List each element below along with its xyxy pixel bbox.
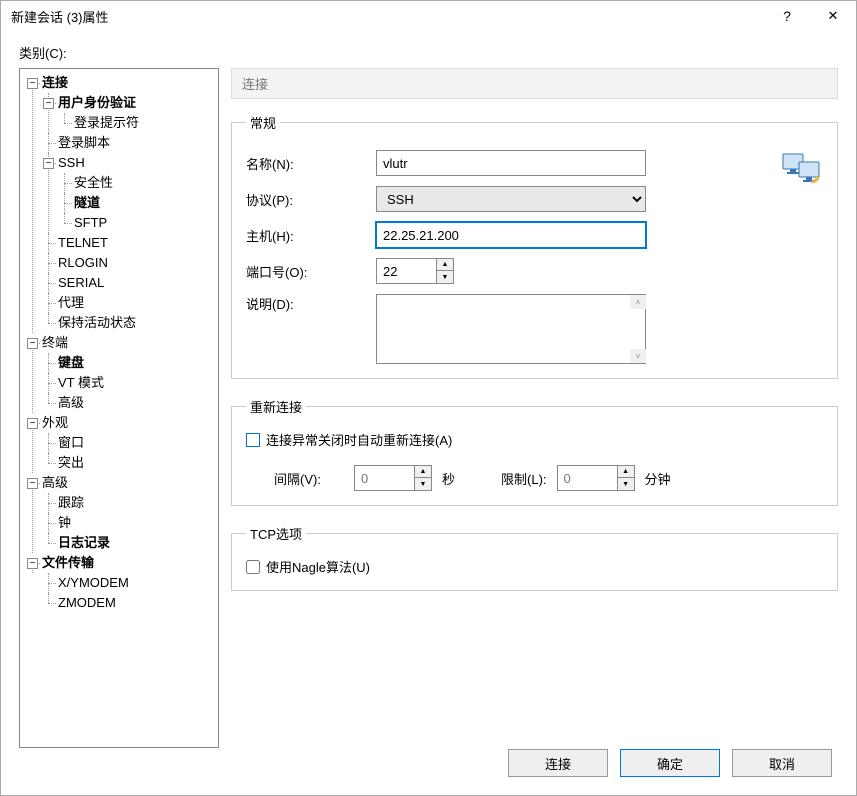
ok-button[interactable]: 确定 <box>620 749 720 777</box>
spin-up-icon[interactable]: ▲ <box>415 466 431 478</box>
close-button[interactable]: ✕ <box>810 1 856 31</box>
tree-serial[interactable]: SERIAL <box>58 275 104 290</box>
seconds-label: 秒 <box>442 469 455 488</box>
tree-logging[interactable]: 日志记录 <box>58 535 110 550</box>
description-label: 说明(D): <box>246 294 376 313</box>
tree-filetransfer[interactable]: 文件传输 <box>42 555 94 570</box>
auto-reconnect-checkbox[interactable] <box>246 433 260 447</box>
tree-keepalive[interactable]: 保持活动状态 <box>58 315 136 330</box>
scroll-down-icon[interactable]: ˅ <box>630 349 646 363</box>
limit-input <box>557 465 617 491</box>
limit-label: 限制(L): <box>501 469 547 488</box>
nagle-checkbox[interactable] <box>246 560 260 574</box>
expander-icon[interactable]: − <box>27 478 38 489</box>
tree-connection[interactable]: 连接 <box>42 75 68 90</box>
tree-terminal[interactable]: 终端 <box>42 335 68 350</box>
group-general: 常规 名称(N): <box>231 113 838 379</box>
group-general-legend: 常规 <box>246 113 280 132</box>
interval-spinner[interactable]: ▲ ▼ <box>354 465 432 491</box>
scroll-up-icon[interactable]: ˄ <box>630 295 646 309</box>
tree-bell[interactable]: 钟 <box>58 515 71 530</box>
tree-ssh[interactable]: SSH <box>58 155 85 170</box>
expander-icon[interactable]: − <box>43 98 54 109</box>
protocol-label: 协议(P): <box>246 190 376 209</box>
tree-highlight[interactable]: 突出 <box>58 455 84 470</box>
name-label: 名称(N): <box>246 154 376 173</box>
expander-icon[interactable]: − <box>43 158 54 169</box>
title-bar: 新建会话 (3)属性 ? ✕ <box>1 1 856 31</box>
category-label: 类别(C): <box>19 43 838 62</box>
tree-sftp[interactable]: SFTP <box>74 215 107 230</box>
spin-up-icon[interactable]: ▲ <box>618 466 634 478</box>
name-input[interactable] <box>376 150 646 176</box>
port-spinner[interactable]: ▲ ▼ <box>376 258 454 284</box>
spin-down-icon[interactable]: ▼ <box>618 478 634 490</box>
panel-header: 连接 <box>231 68 838 99</box>
tree-keyboard[interactable]: 键盘 <box>58 355 84 370</box>
host-label: 主机(H): <box>246 226 376 245</box>
expander-icon[interactable]: − <box>27 78 38 89</box>
host-input[interactable] <box>376 222 646 248</box>
help-button[interactable]: ? <box>764 1 810 31</box>
cancel-button[interactable]: 取消 <box>732 749 832 777</box>
spin-down-icon[interactable]: ▼ <box>415 478 431 490</box>
group-tcp: TCP选项 使用Nagle算法(U) <box>231 524 838 591</box>
minutes-label: 分钟 <box>645 469 671 488</box>
tree-trace[interactable]: 跟踪 <box>58 495 84 510</box>
port-input[interactable] <box>376 258 436 284</box>
window-title: 新建会话 (3)属性 <box>11 7 764 26</box>
expander-icon[interactable]: − <box>27 418 38 429</box>
tree-appearance[interactable]: 外观 <box>42 415 68 430</box>
settings-panel: 连接 常规 名称(N): <box>231 68 838 609</box>
group-reconnect: 重新连接 连接异常关闭时自动重新连接(A) 间隔(V): ▲ ▼ 秒 <box>231 397 838 506</box>
tree-vt[interactable]: VT 模式 <box>58 375 104 390</box>
interval-label: 间隔(V): <box>274 469 344 488</box>
tree-login-prompt[interactable]: 登录提示符 <box>74 115 139 130</box>
tree-rlogin[interactable]: RLOGIN <box>58 255 108 270</box>
group-reconnect-legend: 重新连接 <box>246 397 306 416</box>
connect-button[interactable]: 连接 <box>508 749 608 777</box>
port-label: 端口号(O): <box>246 262 376 281</box>
auto-reconnect-label: 连接异常关闭时自动重新连接(A) <box>266 430 452 449</box>
limit-spinner[interactable]: ▲ ▼ <box>557 465 635 491</box>
tree-proxy[interactable]: 代理 <box>58 295 84 310</box>
tree-security[interactable]: 安全性 <box>74 175 113 190</box>
group-tcp-legend: TCP选项 <box>246 524 306 543</box>
protocol-select[interactable]: SSH <box>376 186 646 212</box>
tree-auth[interactable]: 用户身份验证 <box>58 95 136 110</box>
tree-advanced[interactable]: 高级 <box>42 475 68 490</box>
tree-zmodem[interactable]: ZMODEM <box>58 595 116 610</box>
tree-window[interactable]: 窗口 <box>58 435 84 450</box>
tree-login-script[interactable]: 登录脚本 <box>58 135 110 150</box>
interval-input <box>354 465 414 491</box>
tree-adv-term[interactable]: 高级 <box>58 395 84 410</box>
description-textarea[interactable] <box>376 294 646 364</box>
spin-up-icon[interactable]: ▲ <box>437 259 453 271</box>
tree-xymodem[interactable]: X/YMODEM <box>58 575 129 590</box>
connection-icon <box>781 150 823 189</box>
tree-telnet[interactable]: TELNET <box>58 235 108 250</box>
nagle-label: 使用Nagle算法(U) <box>266 557 370 576</box>
expander-icon[interactable]: − <box>27 558 38 569</box>
spin-down-icon[interactable]: ▼ <box>437 271 453 283</box>
category-tree[interactable]: − 连接 − 用户身份验证 登录提示符 登录脚本 − SSH <box>19 68 219 748</box>
tree-tunnel[interactable]: 隧道 <box>74 195 100 210</box>
expander-icon[interactable]: − <box>27 338 38 349</box>
dialog-footer: 连接 确定 取消 <box>508 749 832 777</box>
